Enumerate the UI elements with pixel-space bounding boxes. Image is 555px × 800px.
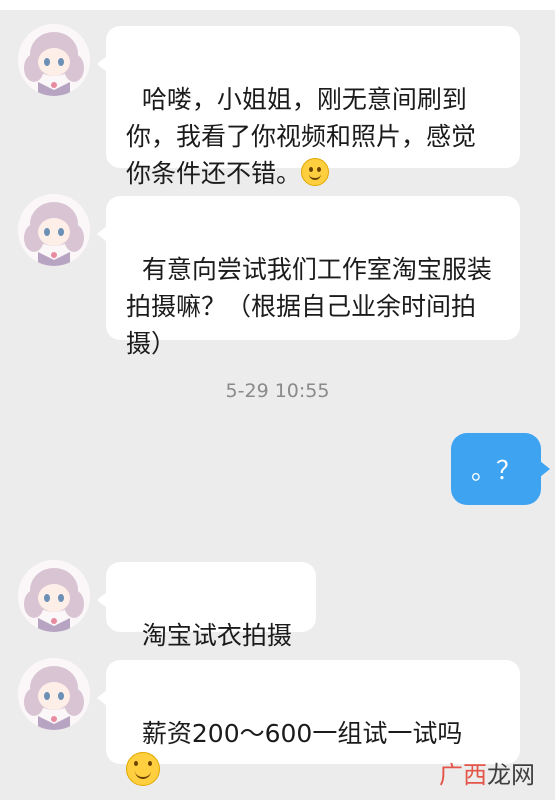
message-text: 有意向尝试我们工作室淘宝服装拍摄嘛？（根据自己业余时间拍摄） [126,255,492,358]
smiling-face-icon [301,158,330,186]
message-text: 薪资200～600一组试一试吗 [141,719,463,748]
avatar-icon [18,560,90,632]
message-bubble-outgoing[interactable]: 。？ [451,433,550,505]
avatar[interactable] [18,24,90,96]
message-text: 。？ [470,456,521,485]
message-bubble[interactable]: 淘宝试衣拍摄 [97,562,316,650]
avatar-icon [18,24,90,96]
top-strip [0,0,555,10]
avatar[interactable] [18,658,90,730]
avatar-icon [18,658,90,730]
message-bubble[interactable]: 有意向尝试我们工作室淘宝服装拍摄嘛？（根据自己业余时间拍摄） [97,196,520,358]
message-timestamp: 5-29 10:55 [225,380,330,402]
message-bubble[interactable]: 薪资200～600一组试一试吗 [97,660,520,786]
message-bubble[interactable]: 哈喽，小姐姐，刚无意间刷到你，我看了你视频和照片，感觉你条件还不错。 [97,26,520,188]
smiling-face-icon [126,752,160,786]
avatar[interactable] [18,560,90,632]
avatar-icon [18,194,90,266]
avatar[interactable] [18,194,90,266]
message-text: 淘宝试衣拍摄 [141,621,292,650]
watermark-logo: 广西龙网 [439,761,535,789]
